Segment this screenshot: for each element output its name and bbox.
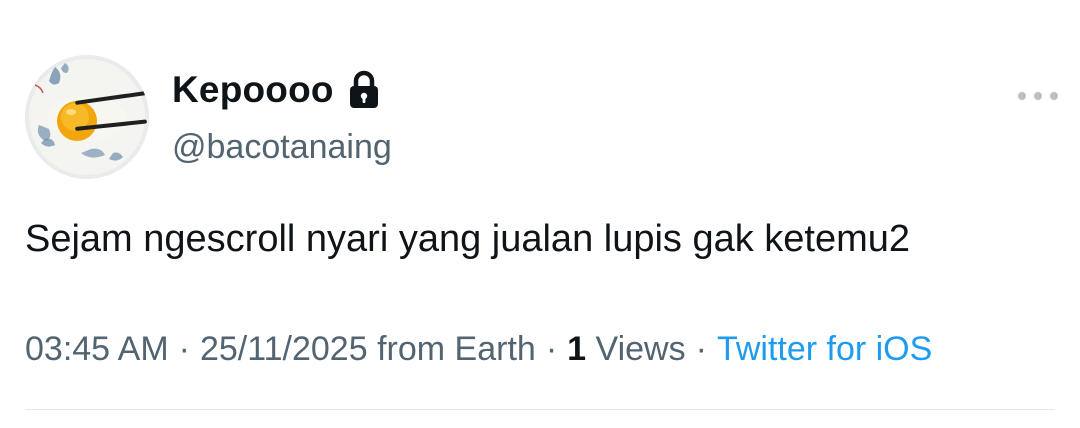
more-horizontal-icon-dot [1034,92,1042,100]
meta-separator: · [178,330,190,368]
views-label: Views [595,330,686,368]
author-handle[interactable]: @bacotanaing [172,128,392,167]
more-options-button[interactable] [1018,84,1058,108]
author-name-row: Kepoooo [172,68,380,112]
views-count: 1 [567,330,587,368]
tweet-location: from Earth [377,330,536,368]
tweet-date[interactable]: 25/11/2025 [200,330,368,368]
divider [25,409,1055,410]
egg-yolk-bowl-avatar-image [25,55,149,179]
tweet-meta: 03:45 AM · 25/11/2025 from Earth · 1 Views · T… [25,330,932,369]
lock-icon [348,70,380,110]
more-horizontal-icon-dot [1050,92,1058,100]
display-name[interactable]: Kepoooo [172,69,334,111]
meta-separator: · [545,330,558,368]
meta-separator: · [695,330,707,368]
more-horizontal-icon [1018,92,1026,100]
tweet-text: Sejam ngescroll nyari yang jualan lupis … [25,218,911,260]
avatar[interactable] [25,55,149,179]
tweet-source-link[interactable]: Twitter for iOS [717,330,932,368]
tweet-time[interactable]: 03:45 AM [25,330,169,368]
tweet-card: Kepoooo @bacotanaing Sejam ngescroll nya… [0,0,1080,428]
